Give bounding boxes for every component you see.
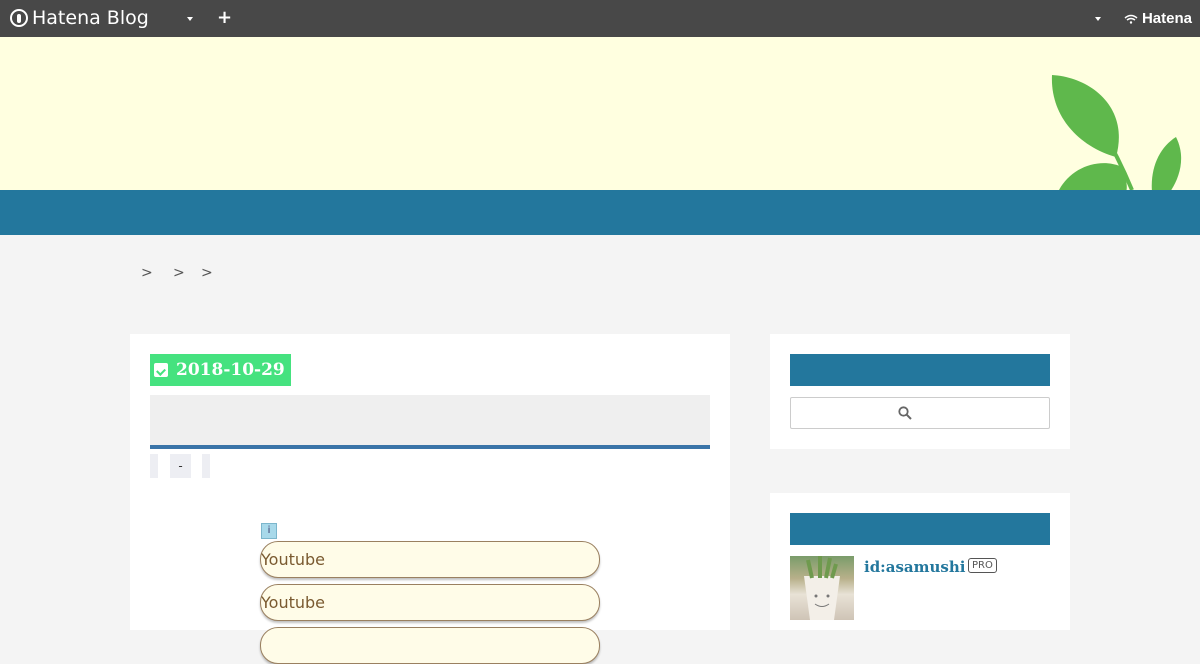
hatena-brand-label: Hatena xyxy=(1141,10,1192,27)
youtube-link-button[interactable]: Youtube xyxy=(260,541,600,578)
hatena-account-link[interactable]: Hatena xyxy=(1124,10,1192,27)
global-header: Hatena Blog + Hatena xyxy=(0,0,1200,37)
entry-date[interactable]: 2018-10-29 xyxy=(150,354,291,386)
search-module-heading xyxy=(790,354,1050,386)
entry-article: 2018-10-29 - i Youtube Youtube xyxy=(130,334,730,664)
entry-date-text: 2018-10-29 xyxy=(176,360,285,380)
hatena-blog-logo-icon xyxy=(10,9,28,27)
leaf-decoration-icon xyxy=(1051,75,1182,190)
avatar[interactable] xyxy=(790,556,854,620)
entry-category[interactable] xyxy=(150,454,158,478)
breadcrumb-separator: > xyxy=(173,265,185,281)
youtube-link-button[interactable]: Youtube xyxy=(260,584,600,621)
info-icon[interactable]: i xyxy=(261,523,277,539)
calendar-check-icon xyxy=(154,363,168,377)
sidebar-search-module xyxy=(770,334,1070,449)
account-menu-chevron-down-icon[interactable] xyxy=(1095,17,1101,21)
breadcrumb-separator: > xyxy=(201,265,213,281)
entry-category[interactable]: - xyxy=(170,454,191,478)
search-icon xyxy=(898,406,912,420)
blog-menu-chevron-down-icon[interactable] xyxy=(187,17,193,21)
brand-name: Hatena Blog xyxy=(32,7,149,29)
profile-module-heading xyxy=(790,513,1050,545)
sidebar-profile-module: id:asamushi PRO xyxy=(770,493,1070,630)
breadcrumb-separator: > xyxy=(141,265,153,281)
plus-icon[interactable]: + xyxy=(217,8,232,28)
blog-header xyxy=(0,37,1200,190)
hatena-wifi-icon xyxy=(1124,14,1138,24)
blog-title-bar xyxy=(0,190,1200,235)
breadcrumb: > > > xyxy=(141,265,233,281)
search-input[interactable] xyxy=(790,397,1050,429)
avatar-cup-image xyxy=(804,556,840,620)
entry-title[interactable] xyxy=(150,395,710,449)
profile-id-link[interactable]: id:asamushi xyxy=(864,558,965,576)
hatena-blog-logo[interactable]: Hatena Blog xyxy=(10,7,149,29)
pro-badge: PRO xyxy=(968,558,997,573)
youtube-link-button[interactable] xyxy=(260,627,600,664)
entry-category[interactable] xyxy=(202,454,210,478)
